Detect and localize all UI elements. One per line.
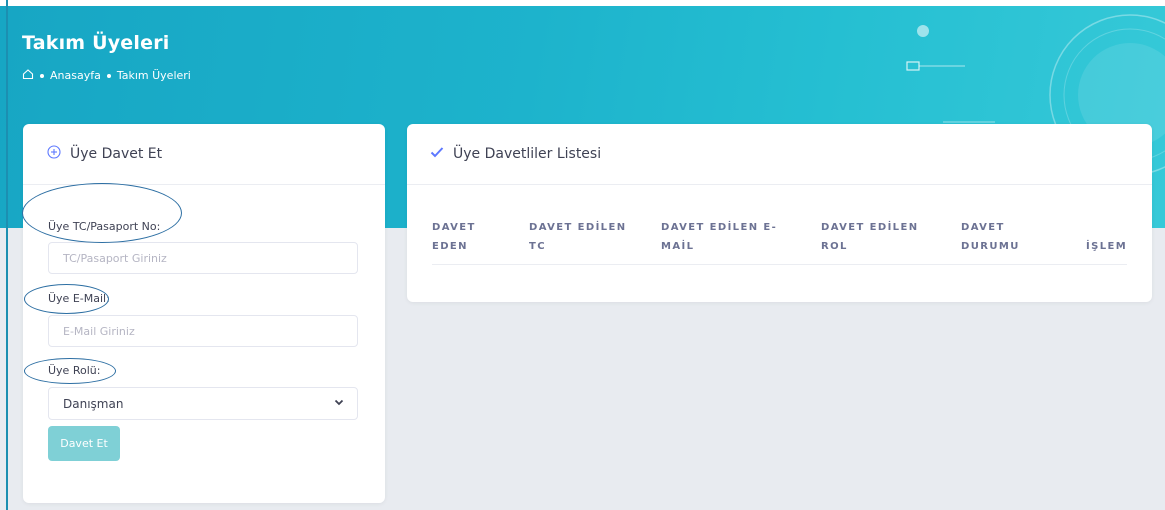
tc-label: Üye TC/Pasaport No: [48, 220, 161, 233]
breadcrumb-current: Takım Üyeleri [116, 69, 191, 82]
breadcrumb-separator [40, 73, 44, 78]
column-header-invited-role: DAVET EDİLEN ROL [821, 222, 919, 252]
breadcrumb-home-link[interactable]: Anasayfa [50, 69, 101, 82]
role-select[interactable]: Danışman [48, 387, 358, 420]
home-icon[interactable] [22, 68, 34, 83]
invitations-card-header: Üye Davetliler Listesi [407, 124, 1152, 185]
invitations-card: Üye Davetliler Listesi DAVET EDEN DAVET E… [407, 124, 1152, 302]
email-label: Üye E-Mail: [48, 292, 110, 305]
left-edge [6, 0, 8, 510]
column-header-invited-email: DAVET EDİLEN E- MAİL [661, 222, 778, 252]
breadcrumb-separator [106, 73, 111, 78]
breadcrumb: Anasayfa Takım Üyeleri [22, 68, 191, 83]
column-header-status: DAVET DURUMU [961, 222, 1020, 252]
invitations-table-header: DAVET EDEN DAVET EDİLEN TC DAVET EDİLEN E-… [432, 218, 1127, 265]
role-label: Üye Rolü: [48, 364, 101, 377]
column-header-inviter: DAVET EDEN [432, 222, 476, 252]
tc-input[interactable] [48, 242, 358, 274]
plus-circle-icon [47, 145, 61, 163]
invite-card: Üye Davet Et Üye TC/Pasaport No: Üye E-M… [23, 124, 385, 503]
invite-card-title: Üye Davet Et [70, 146, 163, 162]
email-input[interactable] [48, 315, 358, 347]
page-title: Takım Üyeleri [22, 32, 170, 54]
role-select-value: Danışman [63, 396, 124, 411]
column-header-action: İŞLEM [1086, 241, 1128, 252]
column-header-invited-tc: DAVET EDİLEN TC [529, 222, 627, 252]
invite-submit-button[interactable]: Davet Et [48, 426, 120, 461]
chevron-down-icon [333, 396, 345, 411]
check-icon [430, 146, 444, 162]
invitations-card-title: Üye Davetliler Listesi [453, 146, 602, 162]
top-edge [0, 0, 1165, 6]
invite-card-header: Üye Davet Et [23, 124, 385, 185]
